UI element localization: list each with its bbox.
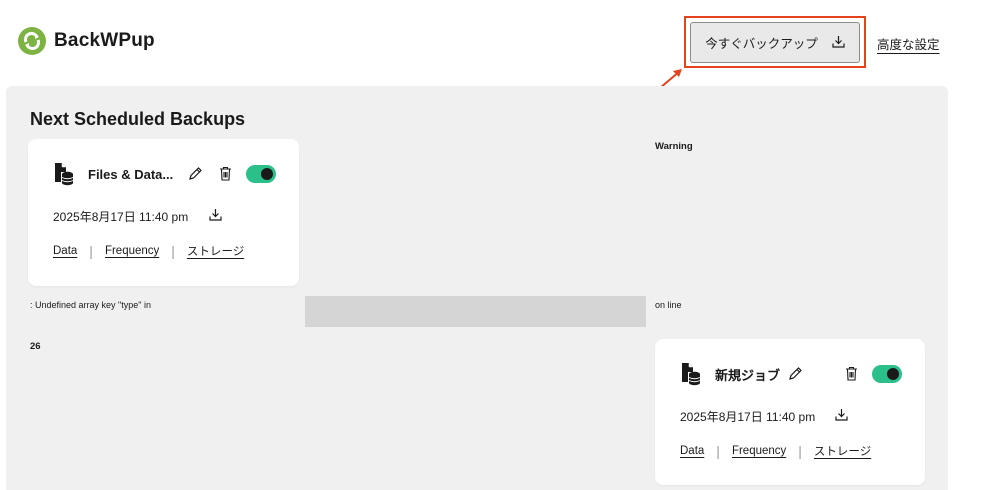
error-message: : Undefined array key "type" in bbox=[30, 300, 151, 310]
job-card-header: 新規ジョブ bbox=[681, 362, 780, 386]
job-links: Data | Frequency | ストレージ bbox=[53, 243, 244, 259]
data-link[interactable]: Data bbox=[53, 245, 77, 257]
download-icon bbox=[832, 35, 845, 51]
on-line-label: on line bbox=[655, 300, 682, 310]
job-card-header: Files & Data... bbox=[54, 162, 173, 186]
frequency-link[interactable]: Frequency bbox=[105, 245, 159, 257]
backwpup-logo-icon bbox=[18, 27, 46, 55]
trash-icon[interactable] bbox=[219, 166, 232, 186]
error-path-bar bbox=[305, 296, 646, 327]
job-card: 新規ジョブ 2025年8月17日 11:40 pm Data | Frequen… bbox=[655, 339, 925, 485]
job-links: Data | Frequency | ストレージ bbox=[680, 443, 871, 459]
backup-now-button[interactable]: 今すぐバックアップ bbox=[690, 22, 860, 63]
storage-link[interactable]: ストレージ bbox=[814, 443, 871, 459]
job-name: Files & Data... bbox=[88, 166, 174, 182]
storage-link[interactable]: ストレージ bbox=[187, 243, 244, 259]
file-database-icon bbox=[682, 363, 701, 386]
separator: | bbox=[716, 443, 720, 459]
trash-icon[interactable] bbox=[845, 366, 858, 386]
separator: | bbox=[171, 243, 175, 259]
frequency-link[interactable]: Frequency bbox=[732, 445, 786, 457]
job-name: 新規ジョブ bbox=[715, 367, 781, 383]
line-number: 26 bbox=[30, 341, 41, 352]
next-run-date: 2025年8月17日 11:40 pm bbox=[680, 410, 816, 424]
panel-title: Next Scheduled Backups bbox=[30, 109, 246, 129]
advanced-settings-link[interactable]: 高度な設定 bbox=[877, 34, 940, 53]
pencil-icon[interactable] bbox=[188, 166, 203, 186]
separator: | bbox=[89, 243, 93, 259]
warning-label: Warning bbox=[655, 141, 693, 152]
logo: BackWPup bbox=[18, 27, 155, 55]
download-icon[interactable] bbox=[835, 408, 848, 426]
backwpup-dashboard: BackWPup 今すぐバックアップ 高度な設定 Next Scheduled … bbox=[0, 0, 1000, 490]
file-database-icon bbox=[55, 163, 74, 186]
data-link[interactable]: Data bbox=[680, 445, 704, 457]
logo-text: BackWPup bbox=[54, 30, 155, 51]
job-enabled-toggle[interactable] bbox=[872, 365, 902, 383]
pencil-icon[interactable] bbox=[788, 366, 803, 386]
next-run-date: 2025年8月17日 11:40 pm bbox=[53, 210, 189, 224]
download-icon[interactable] bbox=[209, 208, 222, 226]
backup-now-label: 今すぐバックアップ bbox=[705, 37, 818, 51]
separator: | bbox=[798, 443, 802, 459]
job-card: Files & Data... 2025年8月17日 11:40 pm Data… bbox=[28, 139, 299, 286]
job-enabled-toggle[interactable] bbox=[246, 165, 276, 183]
